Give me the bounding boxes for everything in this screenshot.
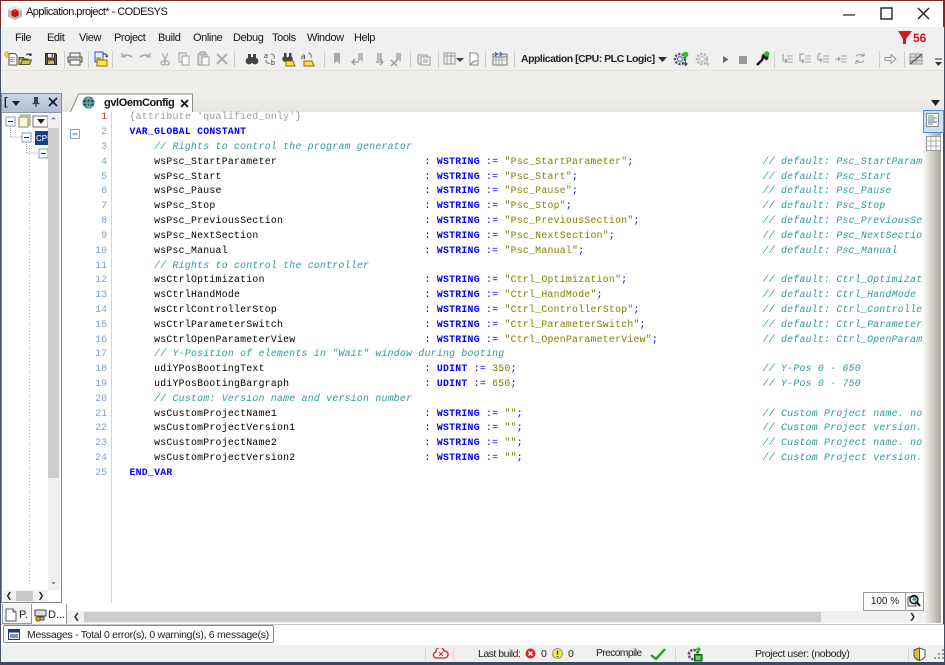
svg-text:CPU: CPU (36, 134, 48, 143)
svg-text:b: b (271, 60, 275, 67)
svg-text:a: a (264, 53, 268, 60)
svg-text:a: a (301, 52, 306, 61)
